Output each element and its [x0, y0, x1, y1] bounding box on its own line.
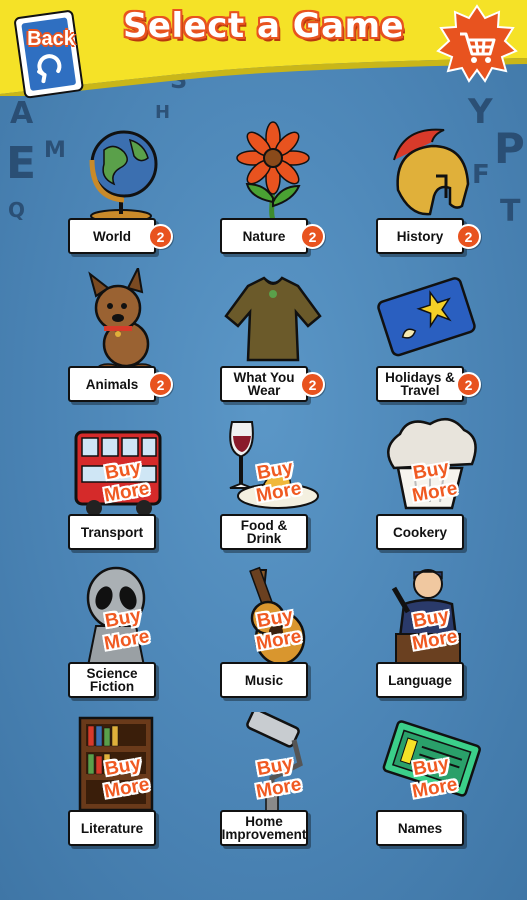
game-label: Food & Drink — [220, 514, 308, 550]
game-tile-music[interactable]: Music Buy More — [218, 564, 328, 714]
game-tile-literature[interactable]: Literature Buy More — [66, 712, 176, 862]
game-label: Nature — [220, 218, 308, 254]
game-tile-food-drink[interactable]: Food & Drink Buy More — [218, 416, 328, 566]
level-count-badge: 2 — [456, 372, 481, 397]
level-count-badge: 2 — [456, 224, 481, 249]
globe-icon — [66, 120, 176, 224]
bg-letter: T — [500, 194, 521, 229]
towel-icon — [374, 268, 484, 372]
game-tile-animals[interactable]: Animals 2 — [66, 264, 176, 418]
bg-letter: E — [6, 138, 37, 189]
bg-letter: M — [44, 138, 66, 163]
game-tile-home-improvement[interactable]: Home Improvement Buy More — [218, 708, 328, 862]
bg-letter: Q — [8, 198, 26, 222]
game-label: Science Fiction — [68, 662, 156, 698]
dog-icon — [66, 264, 176, 373]
back-label: Back — [27, 28, 75, 50]
flower-icon — [218, 120, 328, 224]
game-label: Cookery — [376, 514, 464, 550]
game-label: Literature — [68, 810, 156, 846]
game-label: Names — [376, 810, 464, 846]
game-label: Transport — [68, 514, 156, 550]
level-count-badge: 2 — [148, 372, 173, 397]
level-count-badge: 2 — [300, 372, 325, 397]
game-label: Animals — [68, 366, 156, 402]
game-label: Language — [376, 662, 464, 698]
level-count-badge: 2 — [148, 224, 173, 249]
game-tile-nature[interactable]: Nature 2 — [218, 120, 328, 270]
game-label: Holidays & Travel — [376, 366, 464, 402]
game-tile-science-fiction[interactable]: Science Fiction Buy More — [66, 564, 176, 714]
game-tile-world[interactable]: World 2 — [66, 120, 176, 270]
helmet-icon — [374, 120, 484, 224]
cart-icon — [436, 4, 518, 83]
game-tile-holidays-travel[interactable]: Holidays & Travel 2 — [374, 268, 484, 418]
game-tile-what-you-wear[interactable]: What You Wear 2 — [218, 268, 328, 418]
game-label: World — [68, 218, 156, 254]
bg-letter: P — [494, 124, 525, 173]
game-tile-history[interactable]: History 2 — [374, 120, 484, 270]
game-tile-names[interactable]: Names Buy More — [374, 712, 484, 862]
sweater-icon — [218, 268, 328, 372]
shop-cart-button[interactable] — [432, 4, 522, 84]
game-tile-cookery[interactable]: Cookery Buy More — [374, 416, 484, 566]
game-tile-language[interactable]: Language Buy More — [374, 564, 484, 714]
level-count-badge: 2 — [300, 224, 325, 249]
game-label: What You Wear — [220, 366, 308, 402]
back-card-icon — [14, 10, 84, 99]
game-label: Home Improvement — [220, 810, 308, 846]
game-tile-transport[interactable]: Transport Buy More — [66, 416, 176, 566]
game-label: Music — [220, 662, 308, 698]
game-label: History — [376, 218, 464, 254]
back-button[interactable]: Back — [12, 10, 88, 102]
